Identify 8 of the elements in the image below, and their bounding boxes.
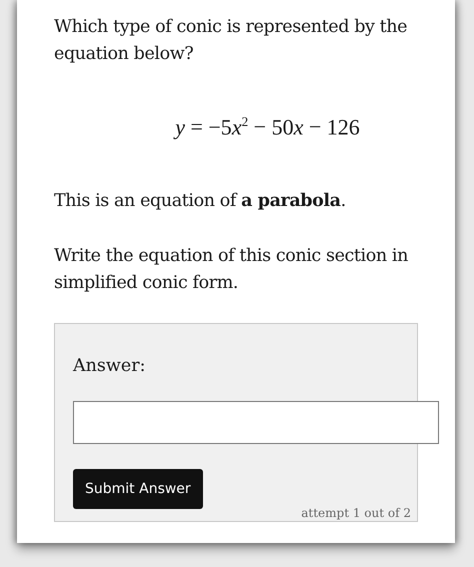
attempt-counter: attempt 1 out of 2 bbox=[301, 506, 411, 520]
answer-label: Answer: bbox=[73, 356, 146, 378]
equation: y = −5x$^{2}$ − 50x − 126 bbox=[172, 114, 361, 142]
question-text: Which type of conic is represented by the equation below? bbox=[54, 16, 408, 66]
submit-button[interactable]: Submit Answer bbox=[73, 469, 203, 509]
instruction-text: Write the equation of this conic section in simplified conic form. bbox=[54, 245, 409, 295]
answer-field[interactable] bbox=[73, 401, 439, 444]
statement-text: This is an equation of a parabola. bbox=[54, 190, 347, 213]
